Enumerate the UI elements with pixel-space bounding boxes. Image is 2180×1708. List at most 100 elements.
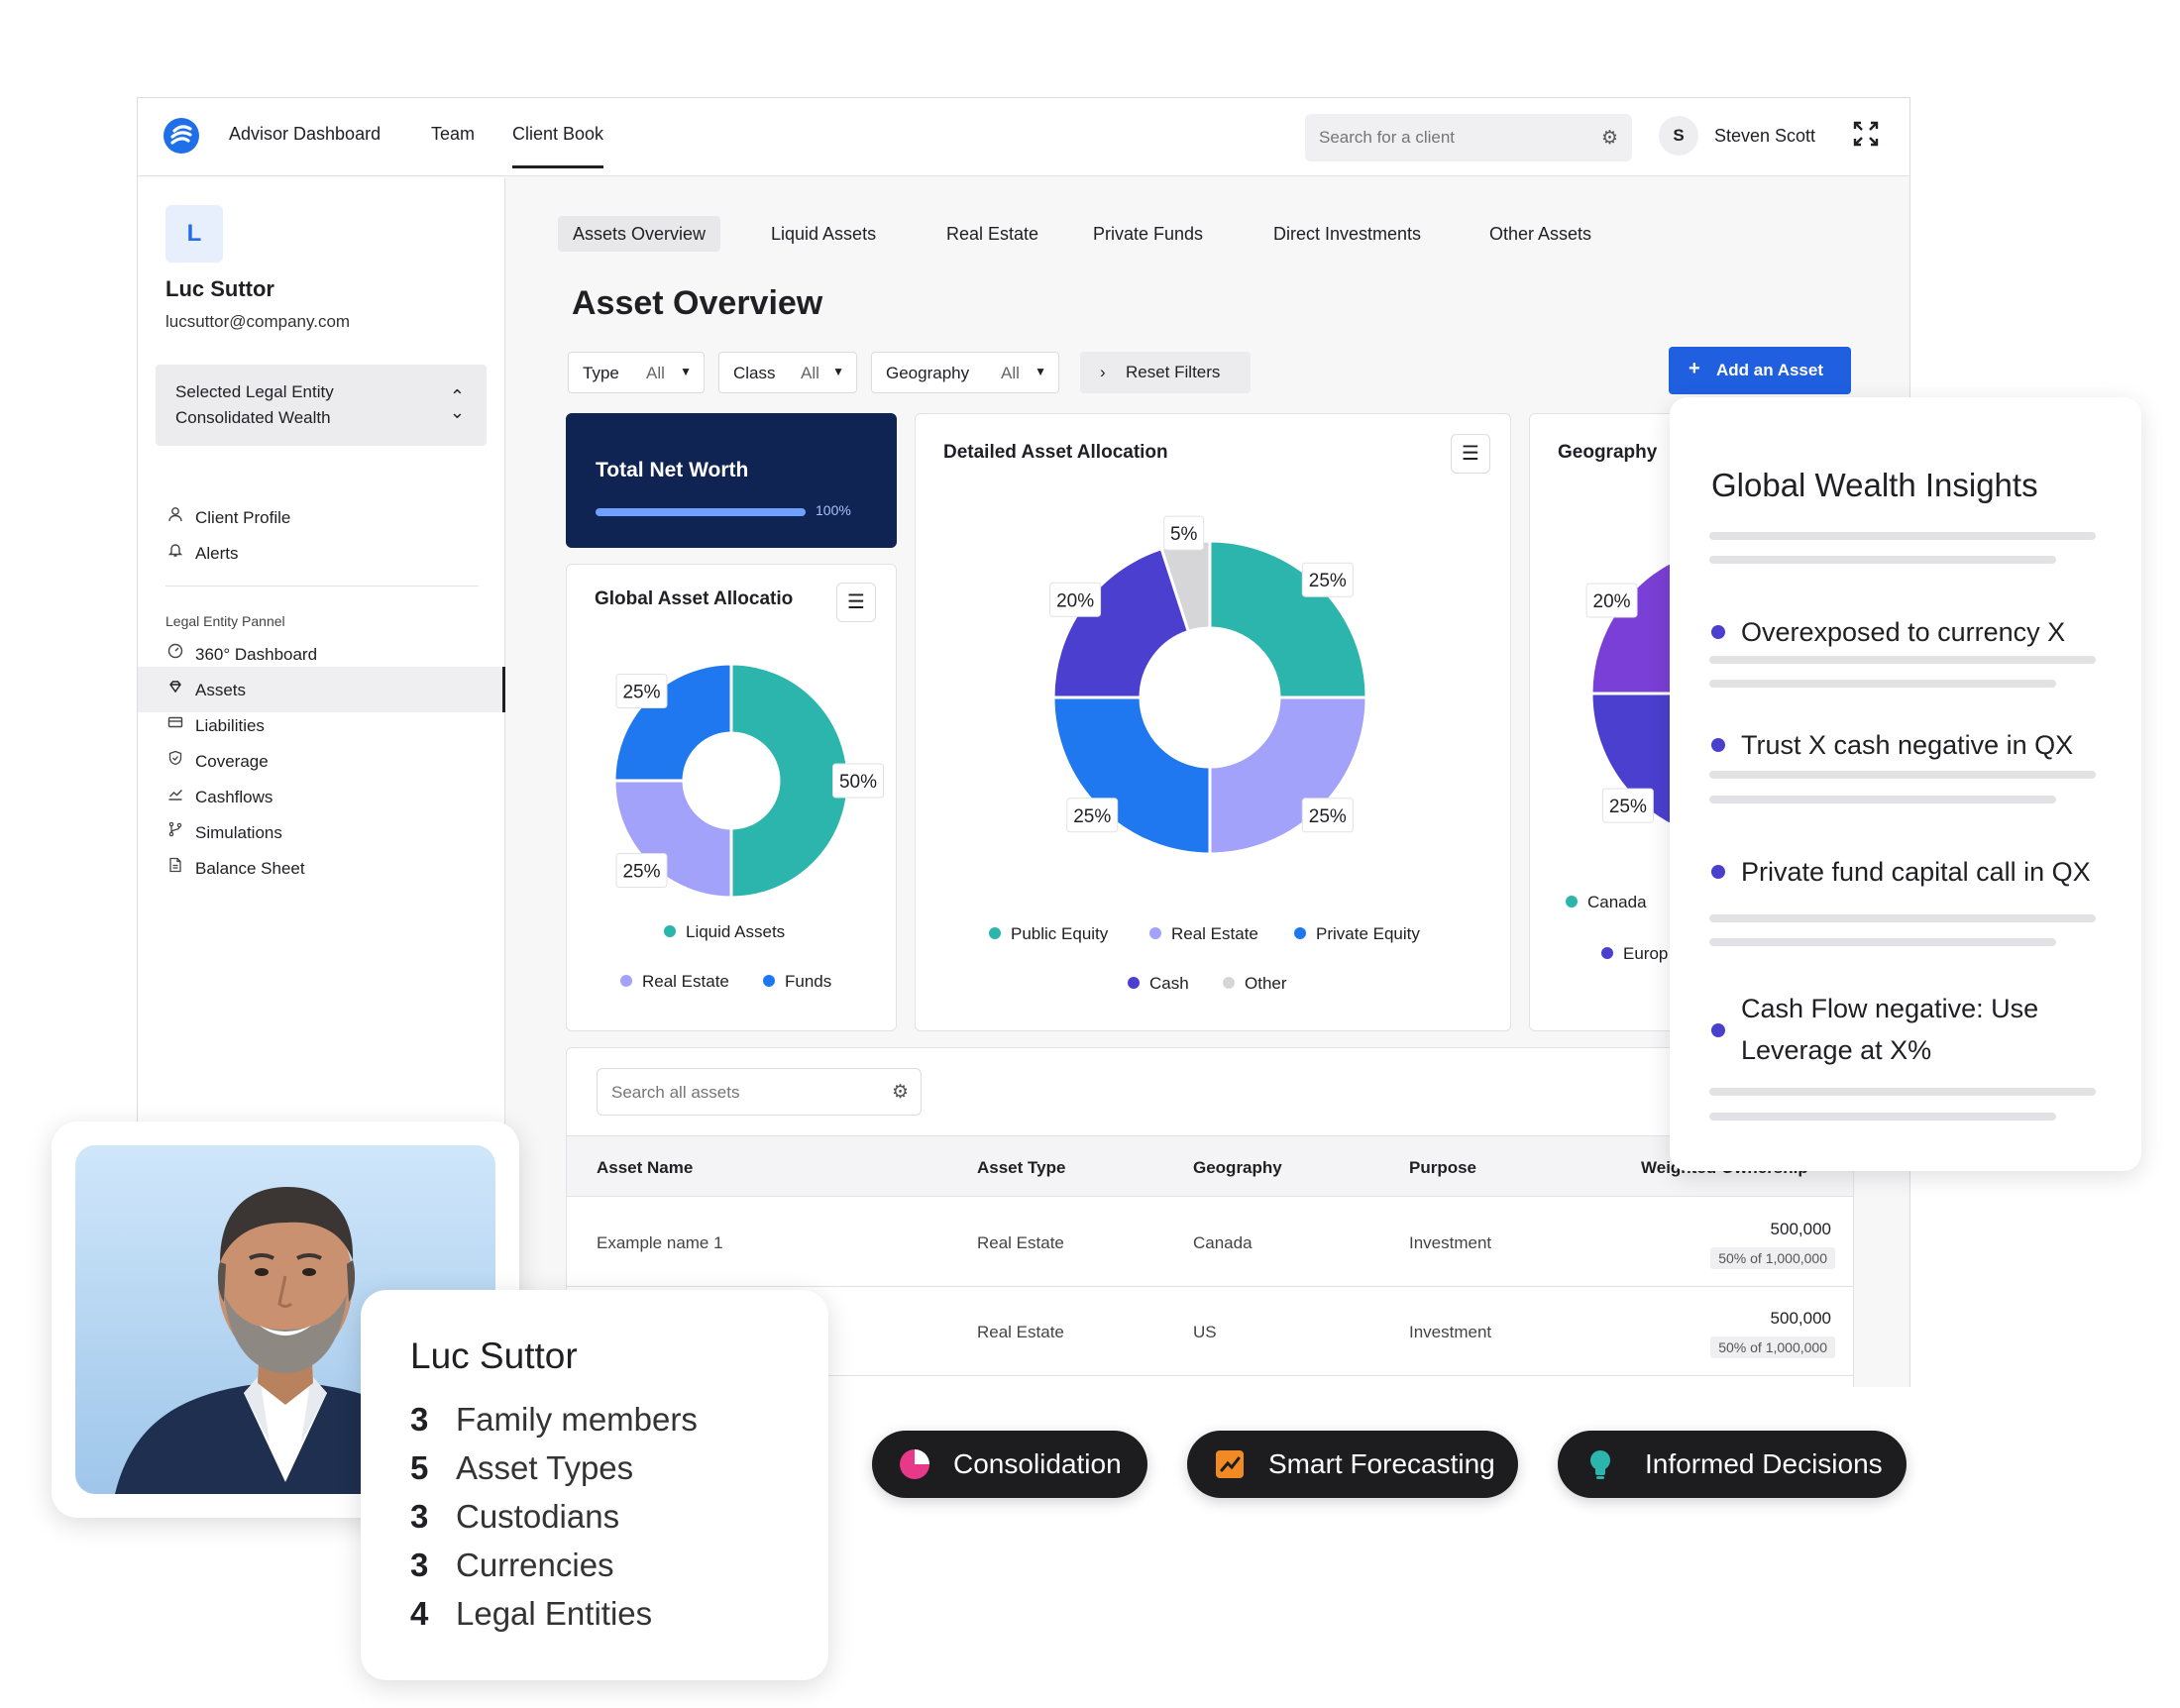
- legal-entity-select[interactable]: Selected Legal Entity Consolidated Wealt…: [156, 365, 487, 446]
- tab-other-assets[interactable]: Other Assets: [1474, 216, 1606, 252]
- nav-advisor-dashboard[interactable]: Advisor Dashboard: [229, 124, 381, 145]
- reset-filters-label: Reset Filters: [1126, 363, 1221, 381]
- caret-down-icon: ▼: [1035, 365, 1046, 378]
- column-header[interactable]: Purpose: [1409, 1158, 1476, 1178]
- svg-text:Other: Other: [1245, 974, 1287, 993]
- svg-text:25%: 25%: [1073, 806, 1111, 827]
- summary-row: 5 Asset Types: [410, 1449, 633, 1487]
- sidebar-item-label: Balance Sheet: [195, 859, 305, 878]
- sidebar-item-label: Liabilities: [195, 716, 265, 735]
- total-net-worth-card[interactable]: Total Net Worth 100%: [566, 413, 897, 548]
- donut-slice[interactable]: [729, 662, 850, 900]
- legend-item[interactable]: Canada: [1566, 893, 1647, 911]
- ownership-value: 500,000: [1770, 1220, 1831, 1238]
- document-icon: [165, 857, 185, 878]
- insight-item-continuation[interactable]: Leverage at X%: [1741, 1029, 1931, 1071]
- legend-item[interactable]: Europ: [1601, 944, 1668, 963]
- legend-item[interactable]: Public Equity: [989, 924, 1109, 943]
- summary-row: 3 Currencies: [410, 1547, 614, 1584]
- placeholder-line: [1709, 771, 2096, 779]
- column-header[interactable]: Asset Type: [977, 1158, 1065, 1178]
- tab-assets-overview[interactable]: Assets Overview: [558, 216, 721, 252]
- smart-forecasting-pill[interactable]: Smart Forecasting: [1187, 1431, 1518, 1498]
- sidebar-item-balance-sheet[interactable]: Balance Sheet: [138, 845, 505, 891]
- column-header[interactable]: Geography: [1193, 1158, 1282, 1178]
- insight-item[interactable]: Private fund capital call in QX: [1741, 851, 2091, 893]
- asset-type: Real Estate: [977, 1233, 1064, 1252]
- asset-purpose: Investment: [1409, 1233, 1492, 1252]
- filter-geography[interactable]: Geography All ▼: [871, 352, 1059, 393]
- filter-class[interactable]: Class All ▼: [718, 352, 857, 393]
- asset-geography: US: [1193, 1323, 1217, 1341]
- legend-item[interactable]: Cash: [1128, 974, 1189, 993]
- app-logo-icon[interactable]: [164, 118, 199, 154]
- summary-label: Family members: [456, 1401, 698, 1438]
- slice-data-label: 20%: [1049, 582, 1102, 617]
- user-icon: [165, 506, 185, 527]
- tab-private-funds[interactable]: Private Funds: [1078, 216, 1218, 252]
- placeholder-line: [1709, 938, 2056, 946]
- legend-item[interactable]: Real Estate: [620, 972, 729, 991]
- client-avatar: L: [165, 205, 223, 263]
- legend-item[interactable]: Other: [1223, 974, 1287, 993]
- svg-text:50%: 50%: [839, 772, 877, 793]
- svg-text:Canada: Canada: [1587, 893, 1647, 911]
- user-name[interactable]: Steven Scott: [1714, 126, 1815, 147]
- sidebar-divider: [165, 586, 479, 587]
- table-row[interactable]: Example name 1 Real Estate Canada Invest…: [567, 1198, 1853, 1287]
- tab-liquid-assets[interactable]: Liquid Assets: [756, 216, 891, 252]
- add-asset-button[interactable]: + Add an Asset: [1669, 347, 1851, 394]
- nav-client-book[interactable]: Client Book: [512, 124, 604, 168]
- tab-real-estate[interactable]: Real Estate: [931, 216, 1053, 252]
- reset-filters-button[interactable]: › Reset Filters: [1080, 352, 1251, 393]
- gear-icon[interactable]: ⚙: [892, 1081, 909, 1104]
- svg-text:Cash: Cash: [1149, 974, 1189, 993]
- filter-type[interactable]: Type All ▼: [568, 352, 705, 393]
- legend-item[interactable]: Private Equity: [1294, 924, 1420, 943]
- nav-team[interactable]: Team: [431, 124, 475, 145]
- client-name: Luc Suttor: [165, 276, 274, 301]
- summary-row: 3 Custodians: [410, 1498, 619, 1536]
- svg-text:25%: 25%: [1309, 806, 1347, 827]
- asset-search-input[interactable]: [611, 1081, 869, 1105]
- client-search-input[interactable]: [1319, 126, 1577, 150]
- legend-item[interactable]: Liquid Assets: [664, 922, 785, 941]
- placeholder-line: [1709, 656, 2096, 664]
- svg-text:Private Equity: Private Equity: [1316, 924, 1420, 943]
- sidebar-item-alerts[interactable]: Alerts: [138, 530, 505, 576]
- consolidation-pill[interactable]: Consolidation: [872, 1431, 1147, 1498]
- dashboard-icon: [165, 643, 185, 664]
- chevron-updown-icon: ⌃ ⌄: [449, 386, 465, 422]
- legend-item[interactable]: Funds: [763, 972, 831, 991]
- summary-label: Currencies: [456, 1547, 614, 1583]
- slice-data-label: 50%: [832, 763, 884, 799]
- filter-class-label: Class: [733, 364, 776, 382]
- informed-decisions-pill[interactable]: Informed Decisions: [1558, 1431, 1907, 1498]
- entity-select-value: Consolidated Wealth: [175, 408, 331, 427]
- net-worth-title: Total Net Worth: [596, 459, 749, 481]
- insight-bullet: [1711, 625, 1725, 639]
- summary-client-name: Luc Suttor: [410, 1335, 578, 1376]
- user-avatar[interactable]: S: [1659, 116, 1698, 156]
- filter-type-value: All: [646, 364, 665, 382]
- sidebar-section-label: Legal Entity Pannel: [165, 613, 285, 629]
- gear-icon[interactable]: ⚙: [1601, 127, 1618, 150]
- summary-count: 4: [410, 1595, 429, 1632]
- insight-bullet: [1711, 738, 1725, 752]
- legend-item[interactable]: Real Estate: [1149, 924, 1258, 943]
- fullscreen-icon[interactable]: [1852, 120, 1880, 153]
- caret-down-icon: ▼: [680, 365, 692, 378]
- slice-data-label: 25%: [1066, 798, 1119, 833]
- global-allocation-card: Global Asset Allocatio ☰ 50% 25% 25% Liquid…: [566, 564, 897, 1031]
- pill-label: Informed Decisions: [1645, 1448, 1883, 1479]
- slice-data-label: 25%: [1301, 798, 1354, 833]
- client-search: ⚙: [1305, 114, 1632, 161]
- insight-item[interactable]: Cash Flow negative: Use: [1741, 988, 2038, 1029]
- insight-item[interactable]: Overexposed to currency X: [1741, 611, 2065, 653]
- column-header[interactable]: Asset Name: [597, 1158, 693, 1178]
- sidebar-item-label: 360° Dashboard: [195, 645, 318, 664]
- svg-text:25%: 25%: [622, 682, 660, 702]
- insight-item[interactable]: Trust X cash negative in QX: [1741, 724, 2073, 766]
- ownership-value: 500,000: [1770, 1309, 1831, 1328]
- tab-direct-investments[interactable]: Direct Investments: [1258, 216, 1436, 252]
